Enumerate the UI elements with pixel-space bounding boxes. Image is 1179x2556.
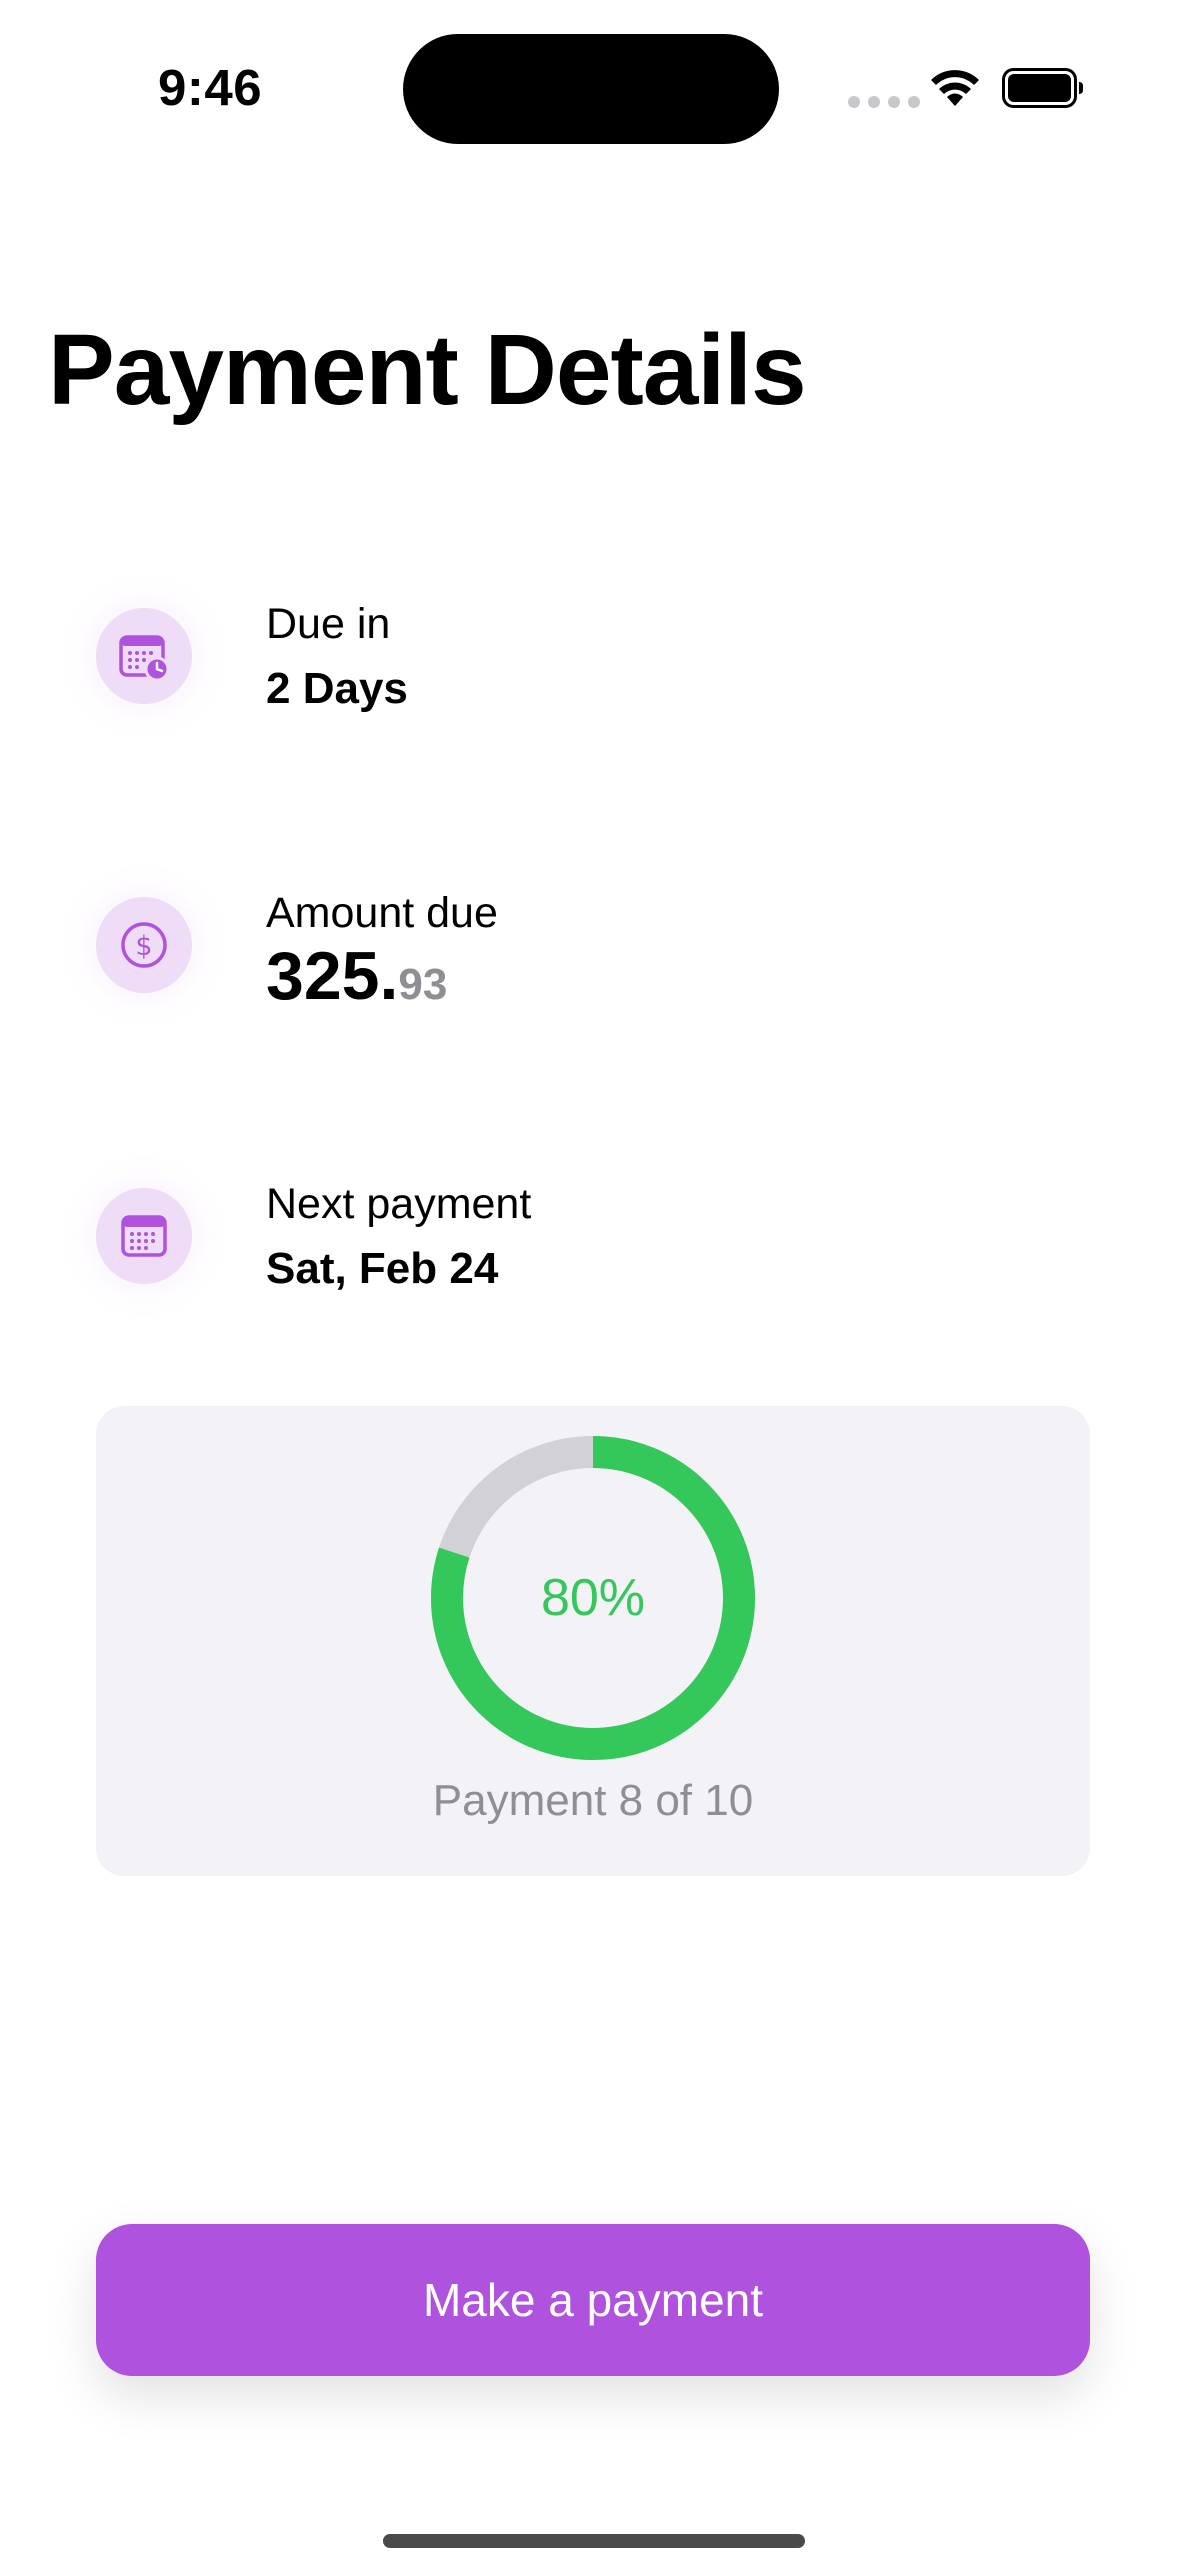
svg-text:$: $ <box>135 931 152 962</box>
make-payment-button[interactable]: Make a payment <box>96 2224 1090 2376</box>
progress-percent: 80% <box>540 1569 646 1627</box>
next-payment-label: Next payment <box>266 1180 532 1228</box>
status-time: 9:46 <box>158 59 263 116</box>
screen: 9:46 Payment Details Due in 2 Days $ Amo… <box>0 0 1179 2556</box>
home-indicator[interactable] <box>383 2534 805 2548</box>
cellular-signal-icon <box>848 96 920 108</box>
dollar-circle-icon: $ <box>96 897 192 993</box>
next-payment-row: Next payment Sat, Feb 24 <box>96 1180 996 1308</box>
amount-value: 325.93 <box>266 937 447 1015</box>
due-row: Due in 2 Days <box>96 600 996 728</box>
battery-icon <box>1002 68 1083 108</box>
amount-label: Amount due <box>266 889 498 937</box>
dynamic-island <box>403 34 779 144</box>
calendar-icon <box>96 1188 192 1284</box>
progress-card: 80% Payment 8 of 10 <box>96 1406 1090 1876</box>
calendar-clock-icon <box>96 608 192 704</box>
amount-whole: 325. <box>266 938 399 1014</box>
progress-caption: Payment 8 of 10 <box>432 1776 754 1825</box>
due-label: Due in <box>266 600 391 648</box>
wifi-icon <box>931 70 979 106</box>
page-title: Payment Details <box>48 314 807 426</box>
next-payment-value: Sat, Feb 24 <box>266 1244 499 1293</box>
due-value: 2 Days <box>266 664 408 713</box>
amount-cents: 93 <box>398 960 448 1009</box>
amount-row: $ Amount due 325.93 <box>96 889 996 1017</box>
